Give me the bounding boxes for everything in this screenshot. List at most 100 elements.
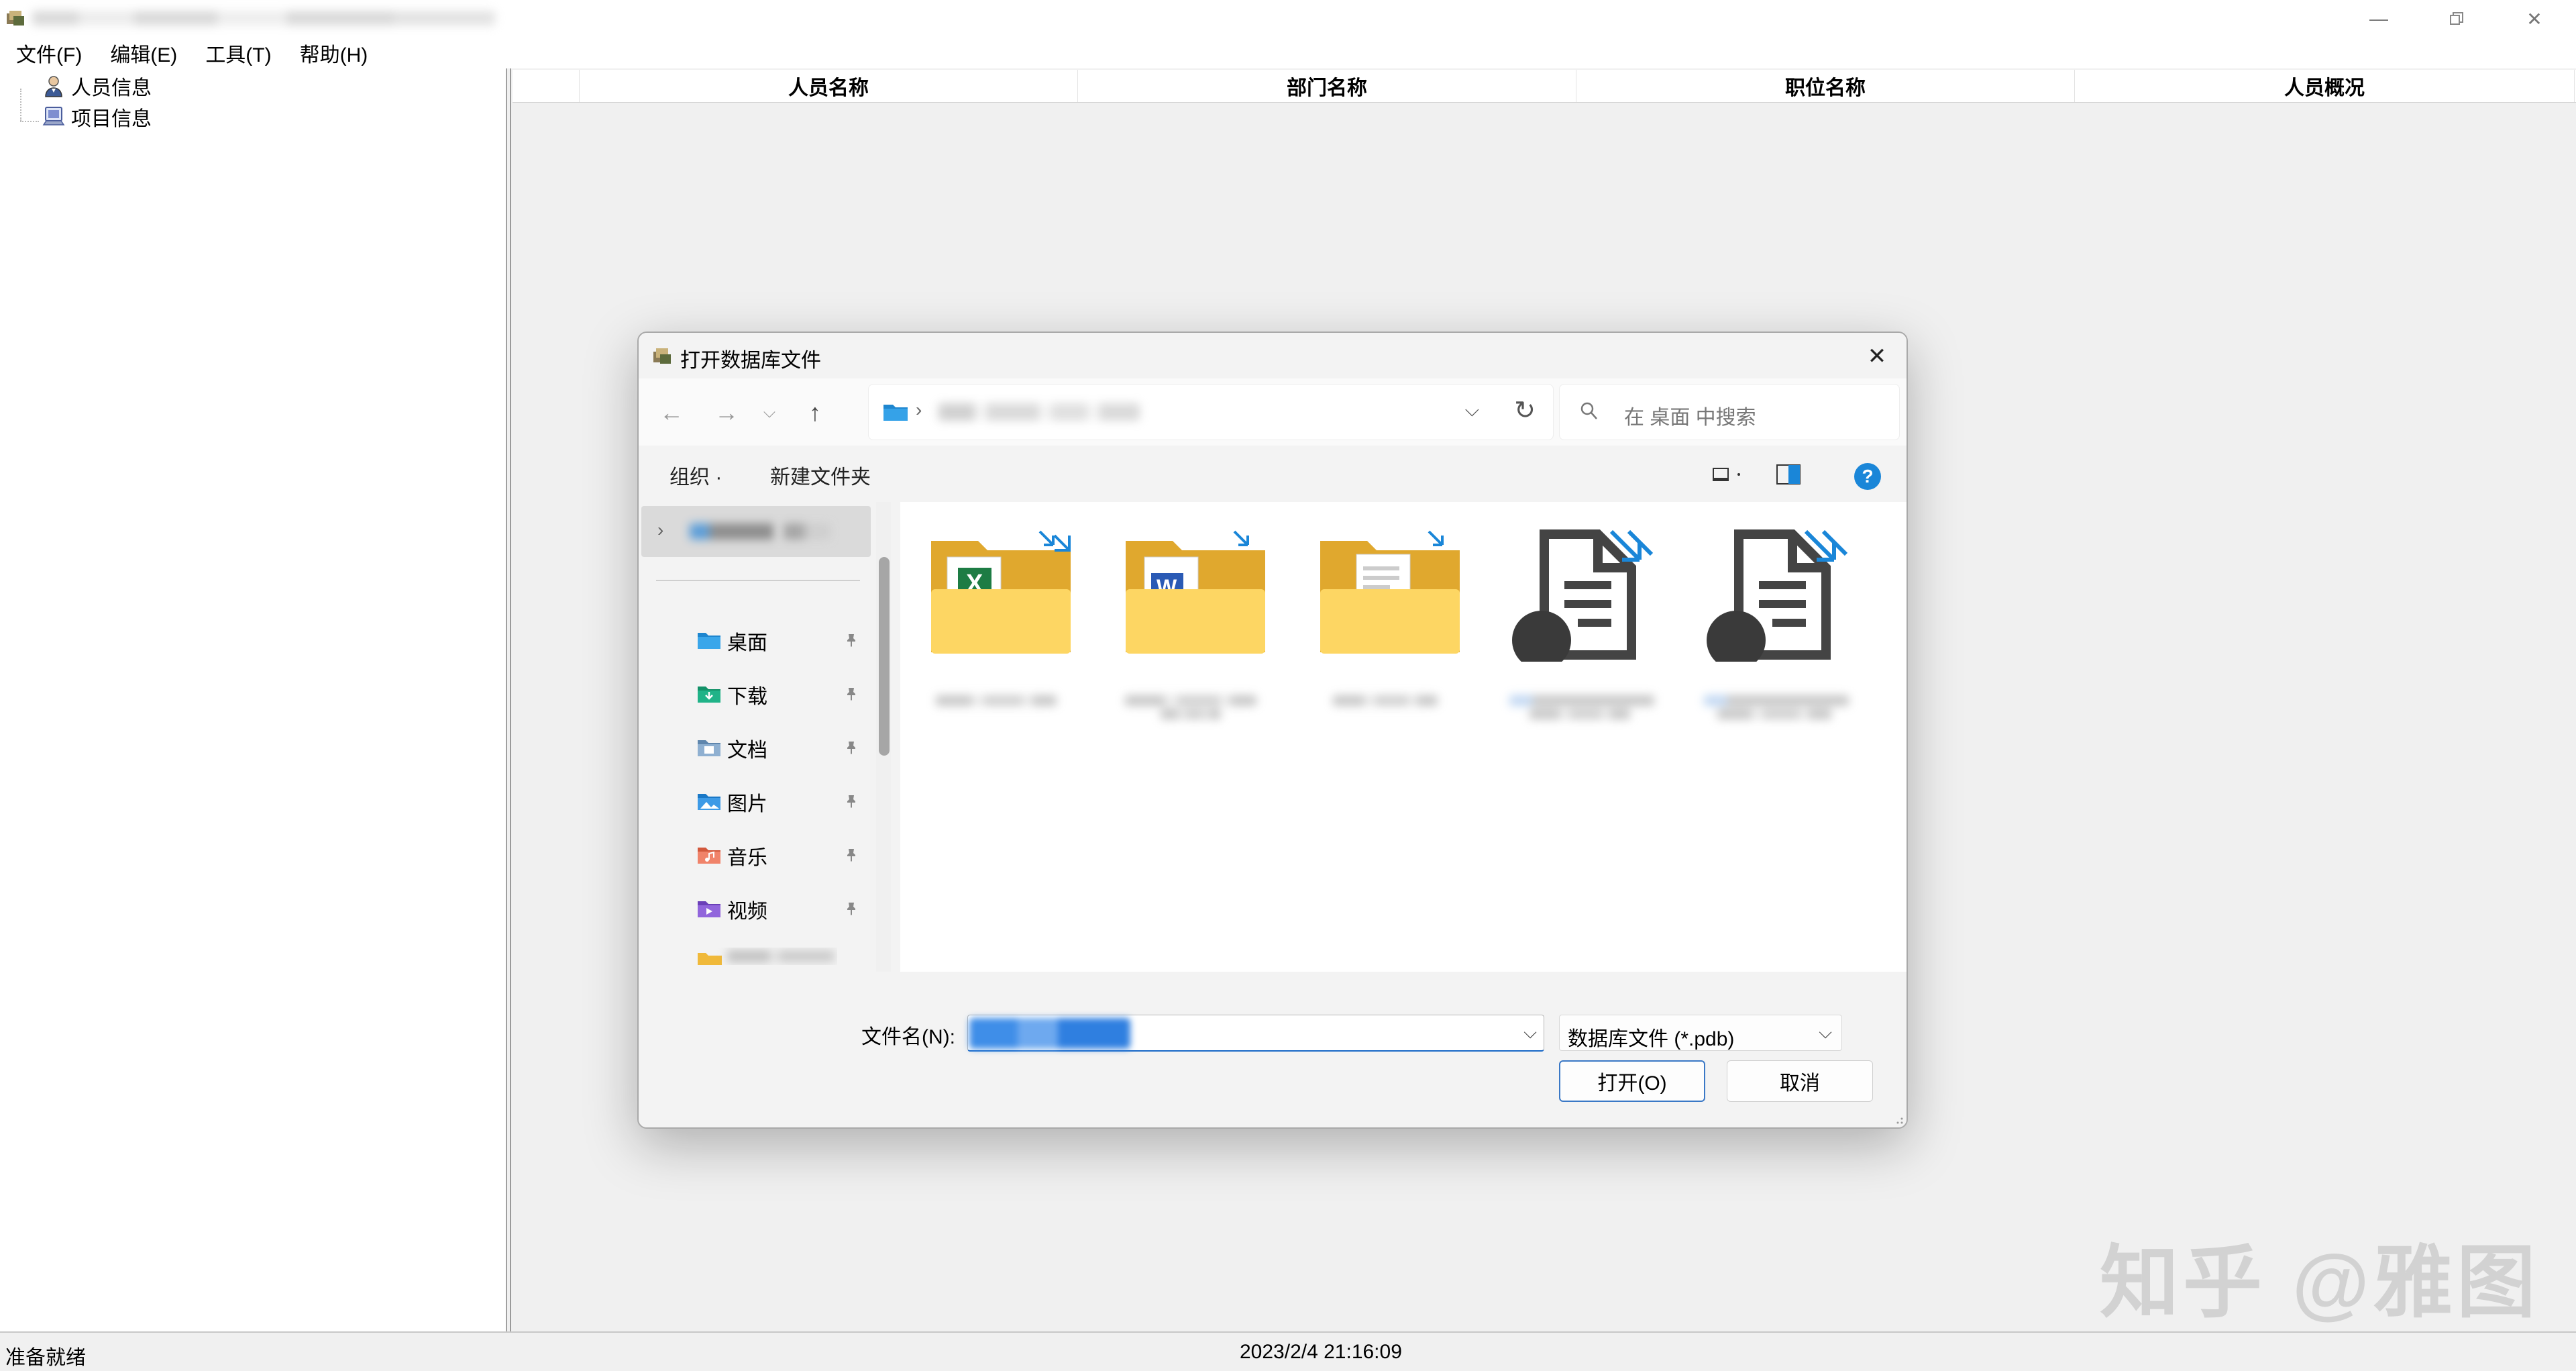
filename-selected-text xyxy=(969,1018,1130,1049)
chevron-down-icon[interactable]: ⌵ xyxy=(1465,399,1479,421)
dialog-title-bar: 打开数据库文件 ✕ xyxy=(639,333,1907,378)
search-placeholder: 在 桌面 中搜索 xyxy=(1624,407,1756,429)
desktop-folder-icon xyxy=(698,633,720,649)
tree-item-label: 项目信息 xyxy=(71,108,152,130)
column-header-department-name[interactable]: 部门名称 xyxy=(1078,70,1576,102)
view-icon xyxy=(1713,468,1740,481)
menu-edit[interactable]: 编辑(E) xyxy=(110,38,177,68)
chevron-down-icon[interactable]: ⌵ xyxy=(1523,1022,1537,1044)
refresh-icon[interactable]: ↻ xyxy=(1514,395,1536,425)
pin-icon[interactable] xyxy=(843,793,859,809)
menu-tools[interactable]: 工具(T) xyxy=(205,38,271,68)
nav-item-label: 下载 xyxy=(727,686,767,708)
chevron-right-icon[interactable]: › xyxy=(657,519,663,541)
file-item[interactable] xyxy=(1695,518,1856,740)
dialog-navigation-bar: ← → ⌵ ↑ › ⌵ ↻ 在 桌面 中搜索 xyxy=(639,378,1907,446)
pdf-folder-shortcut-icon xyxy=(1320,530,1460,654)
search-box[interactable]: 在 桌面 中搜索 xyxy=(1559,384,1900,440)
arrow-right-icon: → xyxy=(714,399,739,426)
table-header: 人员名称 部门名称 职位名称 人员概况 xyxy=(513,70,2576,103)
excel-folder-shortcut-icon: X xyxy=(931,530,1071,654)
nav-item-label xyxy=(690,523,830,540)
dialog-title: 打开数据库文件 xyxy=(680,350,821,372)
help-icon[interactable]: ? xyxy=(1854,463,1881,490)
pictures-folder-icon xyxy=(698,794,720,810)
up-button[interactable]: ↑ xyxy=(797,396,833,429)
dialog-bottom-bar: 文件名(N): ⌵ 数据库文件 (*.pdb) ⌵ 打开(O) 取消 xyxy=(639,972,1907,1127)
restore-icon xyxy=(2450,12,2463,25)
file-item[interactable]: W xyxy=(1111,518,1272,740)
person-icon xyxy=(45,76,62,97)
open-button[interactable]: 打开(O) xyxy=(1559,1060,1705,1102)
filename-label: 文件名(N): xyxy=(861,1026,955,1048)
videos-folder-icon xyxy=(698,901,720,917)
column-header-person-overview[interactable]: 人员概况 xyxy=(2075,70,2575,102)
nav-item-downloads[interactable]: 下载 xyxy=(696,678,857,711)
resize-grip-icon[interactable] xyxy=(1892,1113,1904,1125)
dialog-command-bar: 组织 · 新建文件夹 ? xyxy=(639,446,1907,502)
status-datetime: 2023/2/4 21:16:09 xyxy=(1240,1341,1402,1363)
preview-pane-button[interactable] xyxy=(1768,458,1809,491)
pin-icon[interactable] xyxy=(843,901,859,917)
nav-item-selected[interactable]: › xyxy=(641,506,871,557)
pin-icon[interactable] xyxy=(843,632,859,648)
window-title xyxy=(32,11,495,26)
nav-item-folder[interactable] xyxy=(696,948,837,965)
close-button[interactable]: ✕ xyxy=(2496,0,2573,38)
nav-item-music[interactable]: 音乐 xyxy=(696,839,857,872)
pin-icon[interactable] xyxy=(843,847,859,863)
nav-item-pictures[interactable]: 图片 xyxy=(696,785,857,819)
cancel-button[interactable]: 取消 xyxy=(1727,1060,1873,1102)
database-file-shortcut-icon xyxy=(1512,529,1654,662)
divider xyxy=(656,580,860,581)
menu-help[interactable]: 帮助(H) xyxy=(300,38,368,68)
file-item[interactable] xyxy=(1305,518,1466,740)
new-folder-button[interactable]: 新建文件夹 xyxy=(770,460,871,490)
change-view-button[interactable] xyxy=(1707,458,1747,491)
status-text: 准备就绪 xyxy=(5,1347,86,1369)
nav-item-documents[interactable]: 文档 xyxy=(696,731,857,765)
file-item[interactable]: X xyxy=(916,518,1077,740)
column-header-position-name[interactable]: 职位名称 xyxy=(1576,70,2075,102)
menu-bar: 文件(F) 编辑(E) 工具(T) 帮助(H) xyxy=(0,38,2576,68)
filetype-value: 数据库文件 (*.pdb) xyxy=(1568,1028,1735,1050)
forward-button[interactable]: → xyxy=(708,396,745,429)
recent-locations-button[interactable]: ⌵ xyxy=(751,396,788,429)
tree-item-project[interactable]: 项目信息 xyxy=(19,102,152,132)
pin-icon[interactable] xyxy=(843,740,859,756)
chevron-down-icon: ⌵ xyxy=(763,403,776,421)
organize-button[interactable]: 组织 · xyxy=(669,460,722,490)
nav-item-desktop[interactable]: 桌面 xyxy=(696,624,857,658)
open-database-dialog: 打开数据库文件 ✕ ← → ⌵ ↑ › ⌵ ↻ 在 桌面 中搜索 组织 · 新建… xyxy=(637,332,1908,1129)
file-list: X W xyxy=(900,502,1907,972)
menu-file[interactable]: 文件(F) xyxy=(16,38,82,68)
nav-scrollbar-thumb[interactable] xyxy=(879,557,890,756)
app-icon xyxy=(7,11,24,26)
pin-icon[interactable] xyxy=(843,686,859,702)
breadcrumb-path[interactable] xyxy=(938,403,1140,421)
filetype-select[interactable]: 数据库文件 (*.pdb) ⌵ xyxy=(1559,1015,1842,1051)
preview-pane-icon xyxy=(1776,464,1801,485)
nav-item-label: 文档 xyxy=(727,740,767,762)
tree-item-label: 人员信息 xyxy=(71,77,152,99)
minimize-button[interactable]: — xyxy=(2340,0,2418,38)
column-header-index[interactable] xyxy=(513,70,580,102)
file-name xyxy=(1704,693,1849,726)
restore-button[interactable] xyxy=(2418,0,2496,38)
file-item[interactable] xyxy=(1500,518,1661,740)
address-bar[interactable]: › ⌵ ↻ xyxy=(868,384,1554,440)
status-bar: 准备就绪 2023/2/4 21:16:09 xyxy=(0,1331,2576,1371)
back-button[interactable]: ← xyxy=(653,396,690,429)
filename-input[interactable]: ⌵ xyxy=(967,1015,1544,1052)
folder-icon xyxy=(698,953,722,965)
music-folder-icon xyxy=(698,848,720,864)
word-folder-shortcut-icon: W xyxy=(1126,530,1265,654)
nav-item-label: 图片 xyxy=(727,793,767,815)
column-header-person-name[interactable]: 人员名称 xyxy=(580,70,1078,102)
nav-item-videos[interactable]: 视频 xyxy=(696,893,857,926)
dialog-close-button[interactable]: ✕ xyxy=(1858,340,1896,373)
nav-item-label: 视频 xyxy=(727,901,767,923)
tree-item-personnel[interactable]: 人员信息 xyxy=(19,71,152,101)
tree-pane: 人员信息 项目信息 xyxy=(0,68,507,1331)
file-name xyxy=(1120,693,1261,726)
